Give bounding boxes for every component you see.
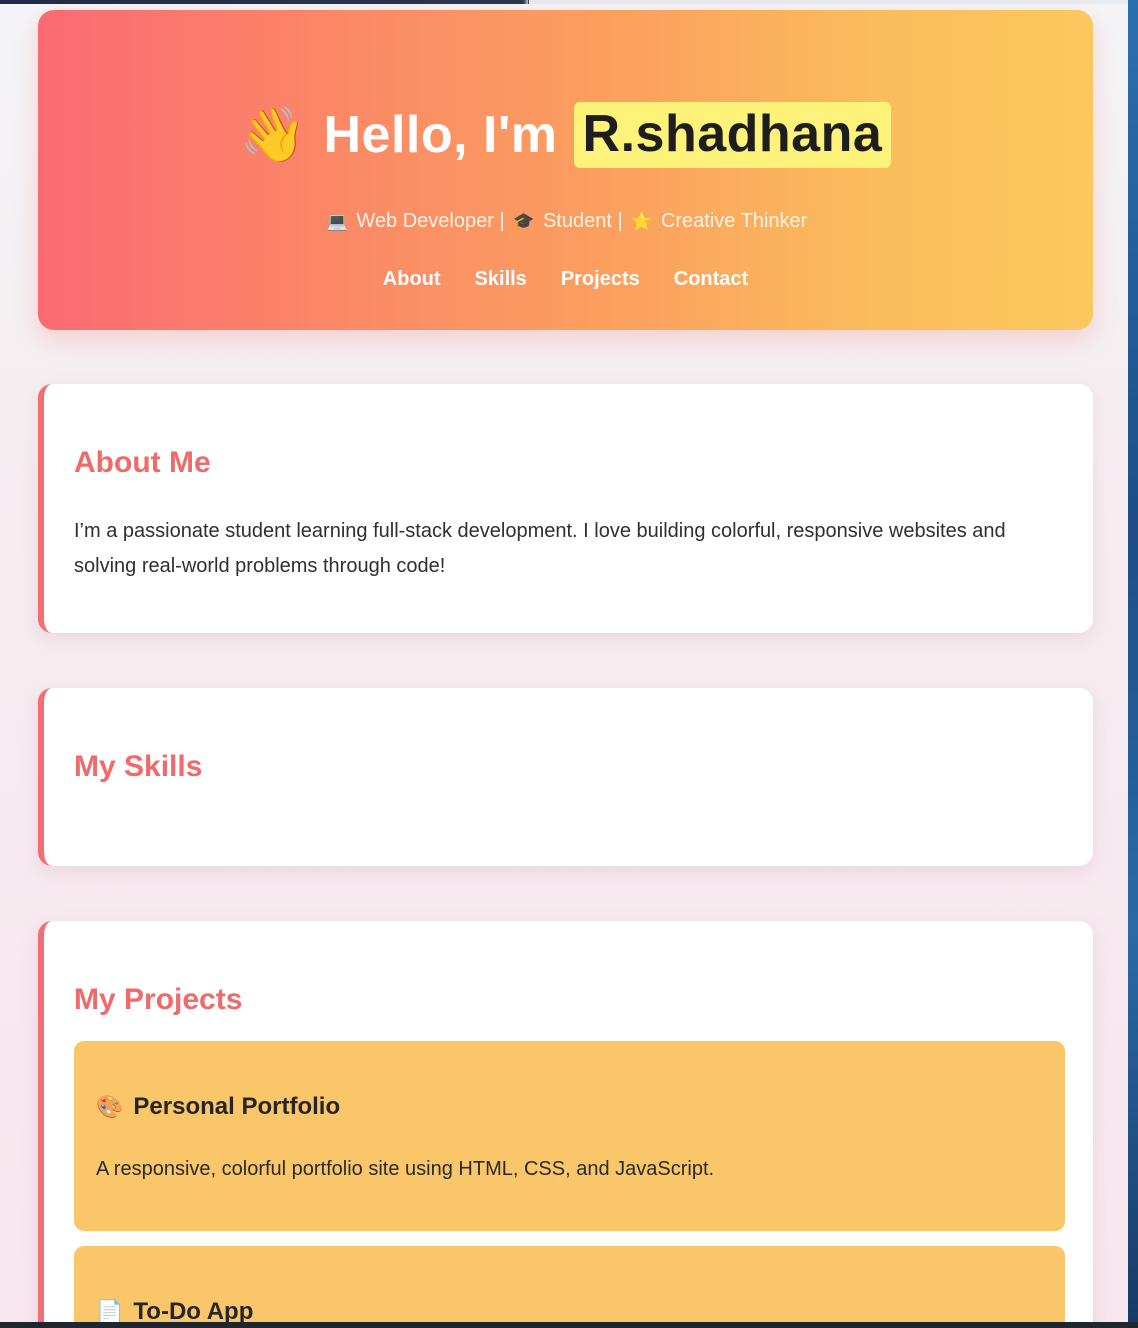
laptop-icon: 💻 <box>326 212 348 231</box>
project-title-text: Personal Portfolio <box>133 1093 341 1120</box>
hero-name: R.shadhana <box>573 102 892 168</box>
star-icon: ⭐ <box>631 212 653 231</box>
window-top-edge <box>0 0 1138 4</box>
subtitle-role-1: Web Developer | <box>356 210 505 232</box>
hero-greeting: Hello, I'm <box>323 106 558 164</box>
subtitle-role-3: Creative Thinker <box>660 210 808 232</box>
hero-subtitle: 💻 Web Developer | 🎓 Student | ⭐ Creative… <box>38 210 1093 233</box>
nav-link-projects[interactable]: Projects <box>561 268 640 291</box>
desktop-background-strip <box>1128 0 1138 1328</box>
nav-link-about[interactable]: About <box>383 268 441 291</box>
waving-hand-icon: 👋 <box>239 105 308 165</box>
hero-title: 👋 Hello, I'm R.shadhana <box>38 102 1093 168</box>
skills-title: My Skills <box>74 750 203 783</box>
project-title: 🎨 Personal Portfolio <box>96 1093 340 1121</box>
window-bottom-bar <box>0 1322 1138 1328</box>
projects-section: My Projects 🎨 Personal Portfolio A respo… <box>38 921 1093 1328</box>
projects-title: My Projects <box>74 983 243 1016</box>
hero-header: 👋 Hello, I'm R.shadhana 💻 Web Developer … <box>38 10 1093 330</box>
main-nav: About Skills Projects Contact <box>38 268 1093 291</box>
about-section: About Me I’m a passionate student learni… <box>38 384 1093 633</box>
about-title: About Me <box>74 446 211 479</box>
nav-link-skills[interactable]: Skills <box>475 268 527 291</box>
project-card: 🎨 Personal Portfolio A responsive, color… <box>74 1041 1065 1231</box>
skills-section: My Skills <box>38 688 1093 866</box>
subtitle-role-2: Student | <box>542 210 623 232</box>
graduation-cap-icon: 🎓 <box>513 212 535 231</box>
nav-link-contact[interactable]: Contact <box>674 268 748 291</box>
project-description: A responsive, colorful portfolio site us… <box>96 1158 715 1180</box>
palette-icon: 🎨 <box>96 1094 124 1119</box>
project-card: 📄 To-Do App <box>74 1246 1065 1328</box>
about-text: I’m a passionate student learning full-s… <box>74 520 1006 577</box>
